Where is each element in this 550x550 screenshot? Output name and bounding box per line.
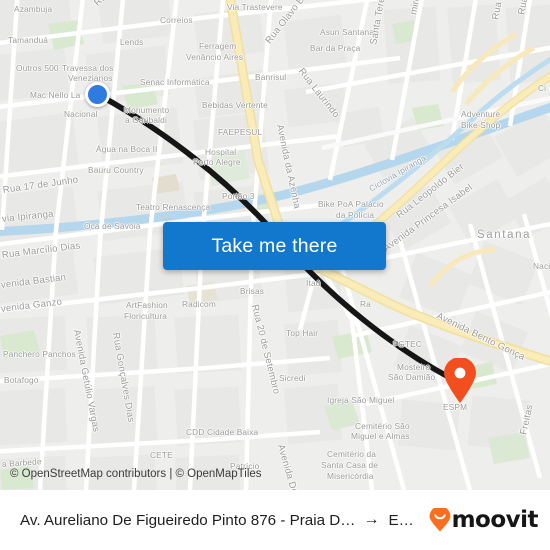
moovit-logo[interactable]: moovit (429, 507, 539, 533)
take-me-there-label: Take me there (211, 234, 338, 257)
destination-pin-icon (444, 357, 476, 403)
route-origin-label: Av. Aureliano De Figueiredo Pinto 876 - … (20, 511, 356, 529)
destination-pin[interactable] (443, 357, 477, 404)
moovit-pin-icon (429, 508, 451, 532)
moovit-wordmark: moovit (451, 507, 539, 533)
moovit-map-screen: AzambujaRuaCorreiosVia TrastevereRua Ola… (0, 0, 550, 550)
origin-dot[interactable] (85, 82, 110, 107)
take-me-there-button[interactable]: Take me there (163, 222, 386, 270)
bottom-bar: Av. Aureliano De Figueiredo Pinto 876 - … (0, 490, 550, 550)
route-summary[interactable]: Av. Aureliano De Figueiredo Pinto 876 - … (20, 511, 421, 529)
arrow-right-icon: → (363, 511, 380, 528)
map-canvas[interactable]: AzambujaRuaCorreiosVia TrastevereRua Ola… (0, 0, 550, 490)
route-destination-label: E… (388, 511, 414, 529)
map-attribution[interactable]: © OpenStreetMap contributors | © OpenMap… (10, 468, 262, 480)
